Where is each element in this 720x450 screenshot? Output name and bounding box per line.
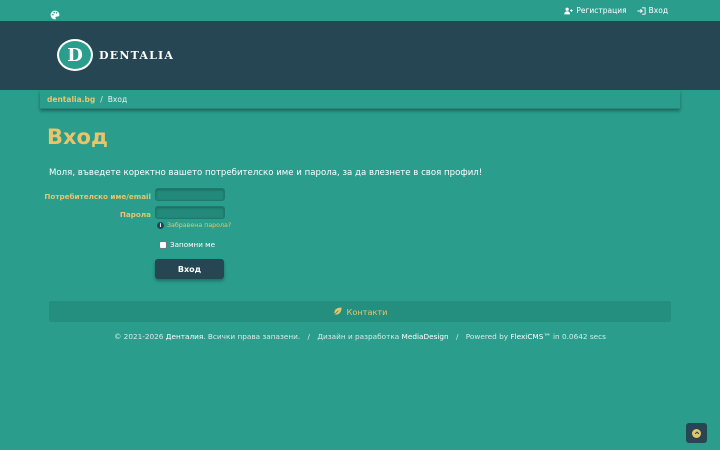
remember-me: Запомни ме bbox=[159, 240, 215, 249]
forgot-password-link[interactable]: i Забравена парола? bbox=[157, 222, 231, 229]
footer-site-name[interactable]: Денталия bbox=[166, 332, 203, 341]
breadcrumb-home-link[interactable]: dentalia.bg bbox=[47, 95, 95, 104]
remember-me-label[interactable]: Запомни ме bbox=[170, 240, 215, 249]
scroll-top-button[interactable] bbox=[686, 423, 707, 443]
leaf-icon bbox=[332, 307, 342, 316]
palette-icon[interactable] bbox=[50, 5, 60, 20]
contacts-label: Контакти bbox=[346, 306, 388, 317]
contacts-button[interactable]: Контакти bbox=[49, 301, 671, 322]
footer-rights: . Всички права запазени. bbox=[203, 332, 301, 341]
login-link[interactable]: Вход bbox=[637, 6, 668, 15]
username-label: Потребителско име/email bbox=[44, 192, 151, 201]
forgot-password-label: Забравена парола? bbox=[167, 222, 232, 229]
logo-text: DENTALIA bbox=[99, 48, 175, 62]
footer-separator: / bbox=[307, 332, 311, 341]
top-links: Регистрация Вход bbox=[564, 0, 668, 21]
site-header: D DENTALIA bbox=[0, 21, 720, 90]
breadcrumb-separator: / bbox=[100, 94, 103, 104]
footer-copyright: © 2021-2026 bbox=[114, 332, 164, 341]
user-plus-icon bbox=[564, 7, 574, 14]
footer-cms-link[interactable]: FlexiCMS™ bbox=[510, 332, 550, 341]
register-link[interactable]: Регистрация bbox=[564, 6, 627, 15]
breadcrumb: dentalia.bg / Вход bbox=[40, 90, 680, 109]
footer-design-prefix: Дизайн и разработка bbox=[317, 332, 400, 341]
remember-me-checkbox[interactable] bbox=[159, 240, 167, 249]
footer: © 2021-2026 Денталия. Всички права запаз… bbox=[0, 332, 720, 341]
register-label: Регистрация bbox=[576, 6, 627, 15]
login-submit-button[interactable]: Вход bbox=[155, 259, 224, 279]
logo-letter: D bbox=[67, 44, 83, 66]
breadcrumb-current: Вход bbox=[107, 94, 128, 104]
username-input[interactable] bbox=[155, 188, 225, 201]
login-label: Вход bbox=[648, 6, 668, 15]
footer-timing: in 0.0642 secs bbox=[553, 332, 606, 341]
site-logo[interactable]: D DENTALIA bbox=[57, 39, 174, 71]
chevron-up-icon bbox=[692, 428, 701, 438]
logo-emblem: D bbox=[57, 39, 93, 71]
intro-text: Моля, въведете коректно вашето потребите… bbox=[49, 168, 483, 178]
password-input[interactable] bbox=[155, 206, 225, 219]
top-bar: Регистрация Вход bbox=[0, 0, 720, 21]
footer-powered-prefix: Powered by bbox=[465, 332, 509, 341]
password-label: Парола bbox=[119, 210, 151, 219]
info-circle-icon: i bbox=[157, 222, 164, 229]
footer-design-link[interactable]: MediaDesign bbox=[402, 332, 449, 341]
footer-separator: / bbox=[455, 332, 459, 341]
page-title: Вход bbox=[47, 125, 108, 149]
sign-in-icon bbox=[637, 6, 646, 15]
